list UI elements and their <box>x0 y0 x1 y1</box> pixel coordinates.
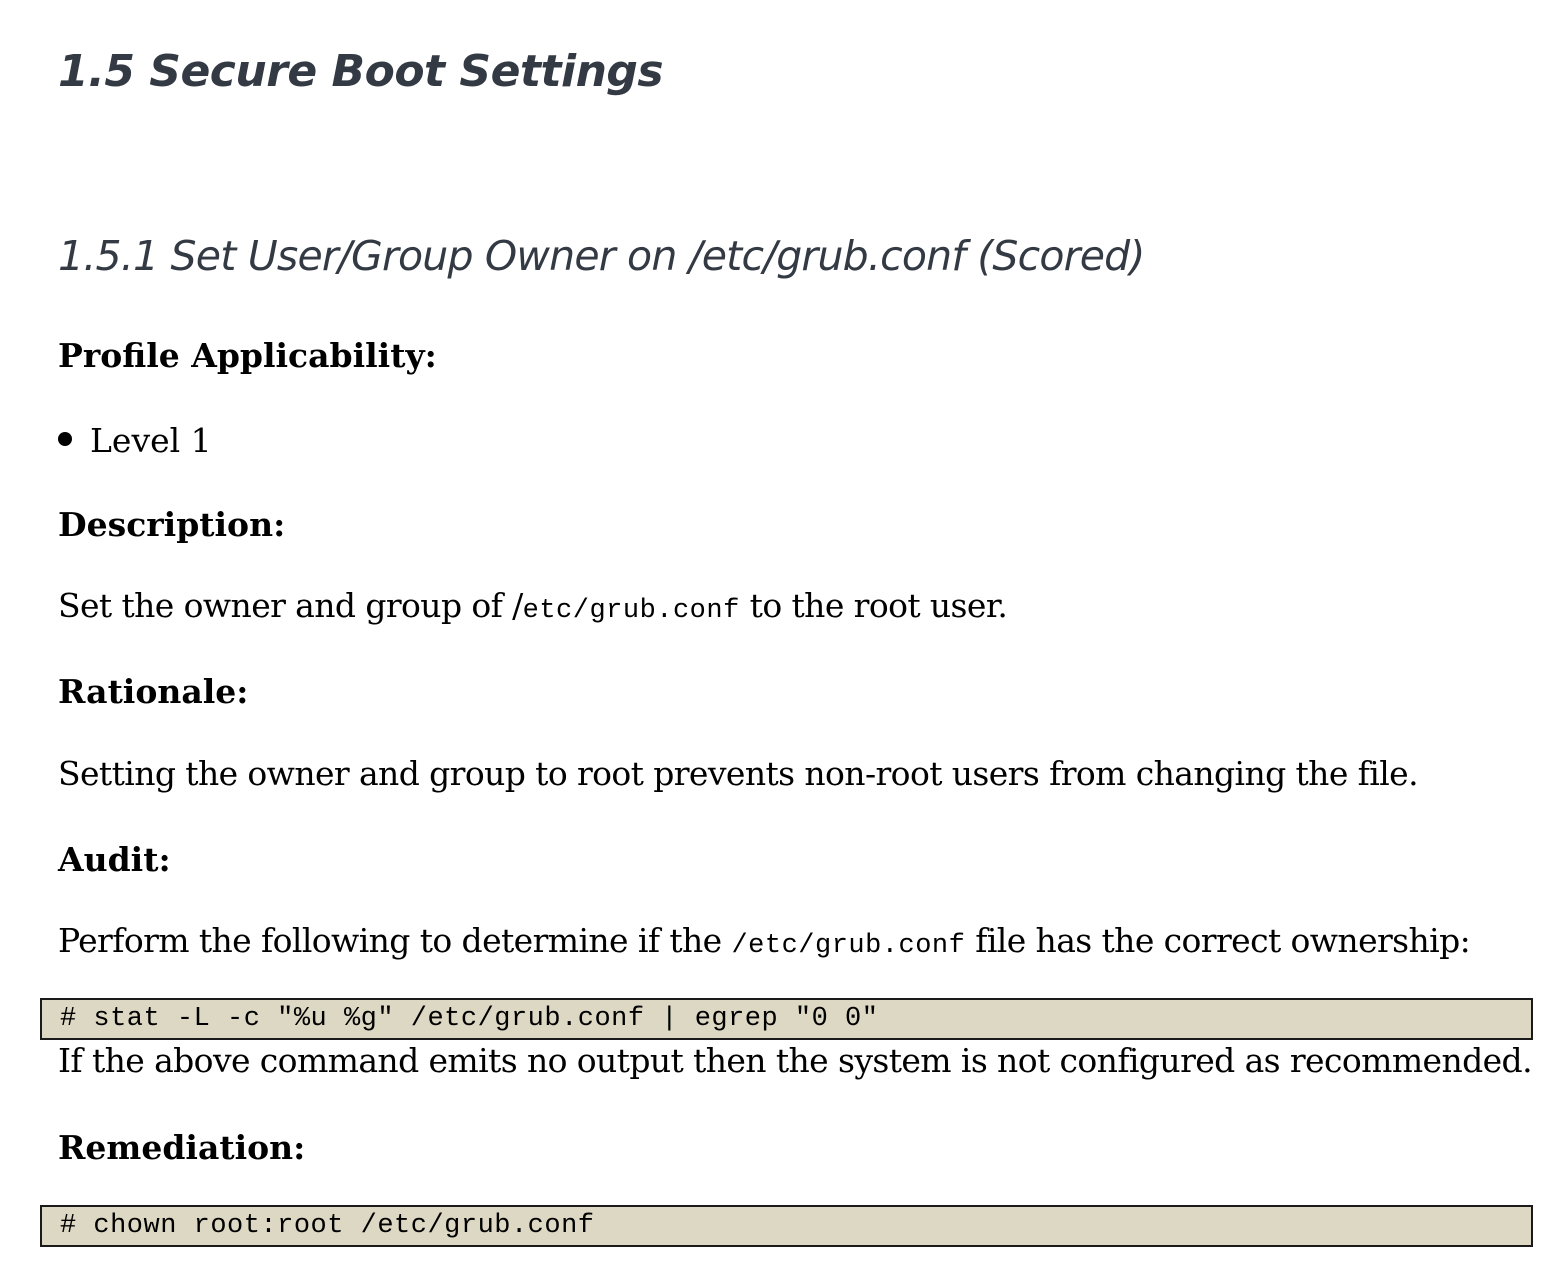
description-text: Set the owner and group of /etc/grub.con… <box>58 586 1008 626</box>
profile-level-text: Level 1 <box>90 421 212 460</box>
description-text-before: Set the owner and group of / <box>58 586 523 625</box>
profile-applicability-label: Profile Applicability: <box>58 336 437 375</box>
rationale-text: Setting the owner and group to root prev… <box>58 754 1419 793</box>
audit-label: Audit: <box>58 840 171 879</box>
audit-text-before: Perform the following to determine if th… <box>58 921 732 960</box>
document-page: 1.5 Secure Boot Settings 1.5.1 Set User/… <box>0 0 1564 1282</box>
description-inline-code: etc/grub.conf <box>522 596 740 626</box>
description-label: Description: <box>58 505 286 544</box>
profile-level-list-item: Level 1 <box>58 421 212 460</box>
audit-note: If the above command emits no output the… <box>58 1041 1533 1080</box>
remediation-command-block: # chown root:root /etc/grub.conf <box>40 1205 1533 1247</box>
subsection-title: 1.5.1 Set User/Group Owner on /etc/grub.… <box>58 232 1145 280</box>
bullet-icon <box>58 432 72 446</box>
section-title: 1.5 Secure Boot Settings <box>58 46 664 97</box>
rationale-label: Rationale: <box>58 672 249 711</box>
description-text-after: to the root user. <box>739 586 1008 625</box>
audit-text-after: file has the correct ownership: <box>965 921 1471 960</box>
audit-text: Perform the following to determine if th… <box>58 921 1471 961</box>
audit-inline-code: /etc/grub.conf <box>731 931 966 961</box>
audit-command-block: # stat -L -c "%u %g" /etc/grub.conf | eg… <box>40 998 1533 1040</box>
remediation-label: Remediation: <box>58 1128 306 1167</box>
